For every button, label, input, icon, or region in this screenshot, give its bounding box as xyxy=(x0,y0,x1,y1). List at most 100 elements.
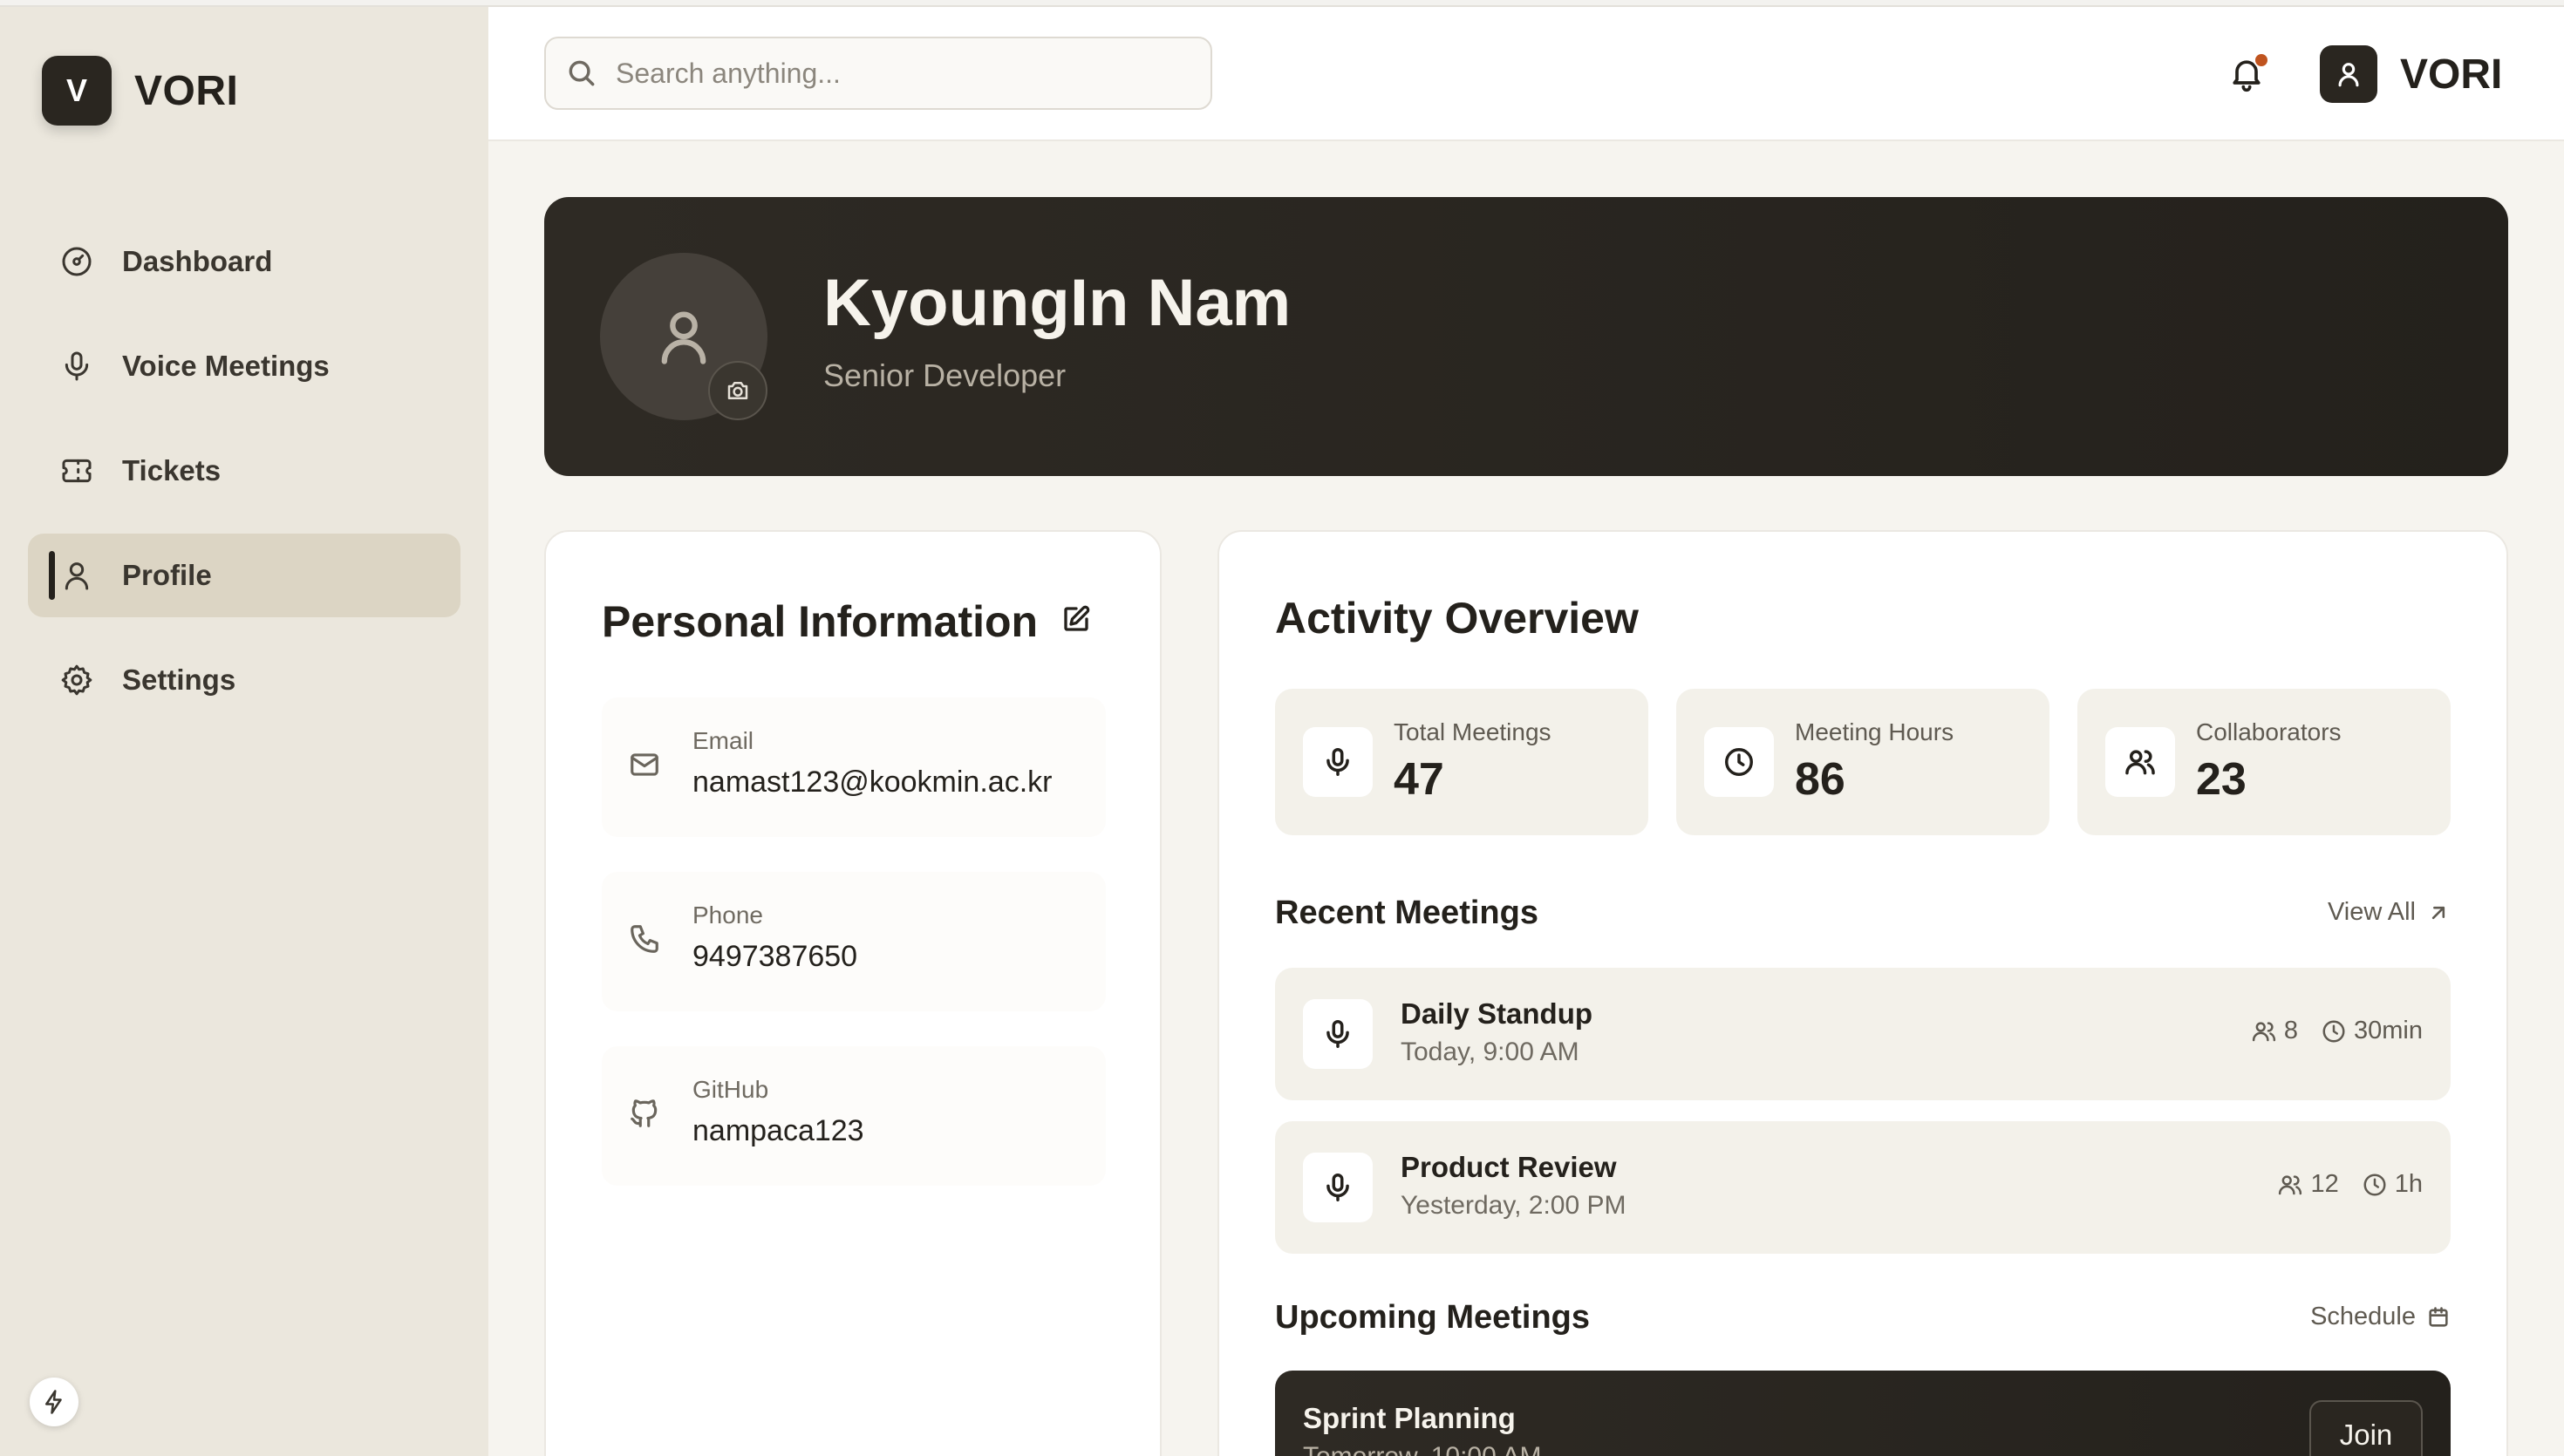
top-header: VORI xyxy=(488,7,2564,141)
participant-count: 8 xyxy=(2283,1017,2298,1044)
info-value: nampaca123 xyxy=(692,1114,864,1147)
personal-information-card: Personal Information Email namast123@koo… xyxy=(544,530,1162,1456)
meeting-meta: 8 30min xyxy=(2251,1017,2423,1045)
participant-count: 12 xyxy=(2310,1170,2339,1198)
mail-icon xyxy=(628,748,663,783)
user-menu[interactable]: VORI xyxy=(2320,45,2502,103)
meeting-name: Daily Standup xyxy=(1401,997,1593,1030)
user-icon xyxy=(2338,63,2359,87)
ticket-icon xyxy=(58,452,96,490)
meeting-item[interactable]: Product Review Yesterday, 2:00 PM 12 1h xyxy=(1275,1121,2451,1254)
camera-icon xyxy=(727,382,748,399)
github-info: GitHub nampaca123 xyxy=(602,1046,1106,1186)
meeting-name: Sprint Planning xyxy=(1303,1402,1516,1434)
sidebar-item-label: Settings xyxy=(122,663,236,696)
info-value: namast123@kookmin.ac.kr xyxy=(692,765,1053,799)
search-box[interactable] xyxy=(544,37,1212,110)
notifications-button[interactable] xyxy=(2220,47,2273,99)
link-label: View All xyxy=(2327,898,2416,926)
sidebar-item-profile[interactable]: Profile xyxy=(28,534,460,617)
join-button[interactable]: Join xyxy=(2309,1400,2423,1456)
meeting-name: Product Review xyxy=(1401,1151,1617,1183)
users-icon xyxy=(2105,727,2175,797)
arrow-up-right-icon xyxy=(2431,906,2445,919)
phone-info: Phone 9497387650 xyxy=(602,872,1106,1011)
profile-banner: KyoungIn Nam Senior Developer xyxy=(544,197,2508,476)
edit-button[interactable] xyxy=(1057,600,1095,638)
calendar-icon xyxy=(2429,1306,2448,1327)
meeting-duration: 30min xyxy=(2354,1017,2423,1044)
sidebar-item-label: Tickets xyxy=(122,454,222,486)
card-title: Activity Overview xyxy=(1275,594,1639,643)
meeting-duration: 1h xyxy=(2394,1170,2423,1198)
stat-collaborators: Collaborators 23 xyxy=(2077,689,2451,835)
sidebar-item-voice-meetings[interactable]: Voice Meetings xyxy=(28,324,460,408)
meeting-meta: 12 1h xyxy=(2277,1170,2423,1199)
link-label: Schedule xyxy=(2310,1303,2416,1330)
meeting-time: Tomorrow, 10:00 AM xyxy=(1303,1442,1541,1456)
change-photo-button[interactable] xyxy=(708,361,767,420)
upcoming-meetings-title: Upcoming Meetings xyxy=(1275,1299,1591,1336)
info-label: Email xyxy=(692,727,754,754)
meeting-time: Yesterday, 2:00 PM xyxy=(1401,1191,1626,1220)
logo-mark: V xyxy=(42,56,112,126)
phone-icon xyxy=(628,922,663,957)
github-icon xyxy=(628,1097,663,1132)
bolt-icon xyxy=(45,1390,62,1414)
users-icon xyxy=(2279,1174,2302,1194)
clock-icon xyxy=(2322,1020,2345,1042)
sidebar: V VORI Dashboard Voice Meetings Tickets xyxy=(0,7,488,1456)
gear-icon xyxy=(58,661,96,699)
stat-label: Meeting Hours xyxy=(1795,718,1954,745)
app-logo[interactable]: V VORI xyxy=(42,56,238,126)
view-all-link[interactable]: View All xyxy=(2328,898,2451,927)
sidebar-item-settings[interactable]: Settings xyxy=(28,638,460,722)
card-title: Personal Information xyxy=(602,597,1039,646)
sidebar-item-label: Profile xyxy=(122,559,212,591)
sidebar-item-label: Voice Meetings xyxy=(122,350,330,382)
mic-icon xyxy=(1303,999,1373,1069)
sidebar-item-tickets[interactable]: Tickets xyxy=(28,429,460,513)
notification-dot xyxy=(2254,52,2269,68)
quick-action-button[interactable] xyxy=(30,1378,78,1426)
activity-overview-card: Activity Overview Total Meetings 47 Meet… xyxy=(1217,530,2508,1456)
edit-icon xyxy=(1064,605,1090,631)
user-icon xyxy=(661,311,706,364)
stat-value: 47 xyxy=(1394,754,1444,805)
info-value: 9497387650 xyxy=(692,940,858,973)
stat-value: 86 xyxy=(1795,754,1845,805)
window-top-strip xyxy=(0,0,2564,7)
user-name: VORI xyxy=(2400,51,2503,98)
stat-value: 23 xyxy=(2196,754,2247,805)
stat-meeting-hours: Meeting Hours 86 xyxy=(1676,689,2049,835)
mic-icon xyxy=(1303,1153,1373,1222)
clock-icon xyxy=(2363,1174,2386,1195)
brand-name: VORI xyxy=(134,67,239,114)
schedule-link[interactable]: Schedule xyxy=(2310,1303,2451,1331)
gauge-icon xyxy=(58,242,96,281)
meeting-time: Today, 9:00 AM xyxy=(1401,1038,1579,1066)
stat-label: Total Meetings xyxy=(1394,718,1551,745)
info-label: GitHub xyxy=(692,1076,769,1103)
sidebar-item-dashboard[interactable]: Dashboard xyxy=(28,220,460,303)
active-indicator xyxy=(49,551,55,600)
avatar xyxy=(2320,45,2377,103)
user-icon xyxy=(58,556,96,595)
mic-icon xyxy=(1303,727,1373,797)
clock-icon xyxy=(1704,727,1774,797)
email-info: Email namast123@kookmin.ac.kr xyxy=(602,697,1106,837)
profile-name: KyoungIn Nam xyxy=(823,266,1292,340)
search-icon xyxy=(569,60,595,86)
info-label: Phone xyxy=(692,901,763,929)
sidebar-item-label: Dashboard xyxy=(122,245,273,277)
recent-meetings-title: Recent Meetings xyxy=(1275,895,1538,931)
stat-total-meetings: Total Meetings 47 xyxy=(1275,689,1648,835)
users-icon xyxy=(2252,1021,2275,1041)
sidebar-nav: Dashboard Voice Meetings Tickets Profile xyxy=(28,220,460,743)
upcoming-meeting-item[interactable]: Sprint Planning Tomorrow, 10:00 AM Join xyxy=(1275,1371,2451,1456)
profile-role: Senior Developer xyxy=(823,357,1067,393)
stat-label: Collaborators xyxy=(2196,718,2342,745)
search-input[interactable] xyxy=(616,57,1191,90)
meeting-item[interactable]: Daily Standup Today, 9:00 AM 8 30min xyxy=(1275,968,2451,1100)
mic-icon xyxy=(58,347,96,385)
